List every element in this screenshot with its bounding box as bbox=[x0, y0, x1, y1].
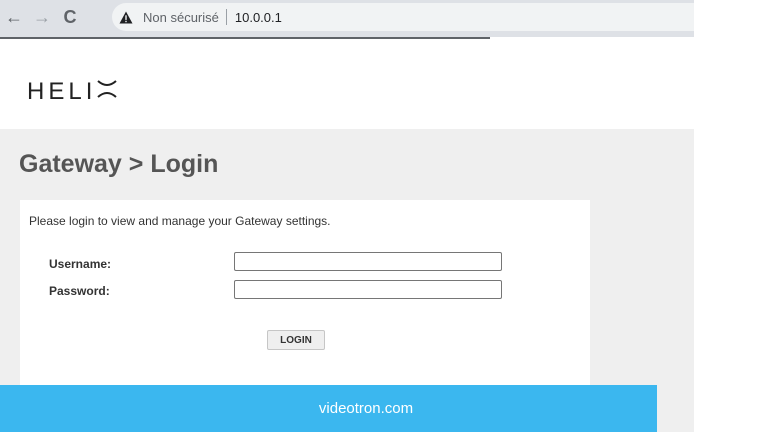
footer-bar: videotron.com bbox=[0, 385, 657, 432]
helix-x-mark-icon bbox=[97, 78, 118, 106]
warning-icon[interactable] bbox=[117, 8, 135, 26]
footer-link[interactable]: videotron.com bbox=[319, 400, 413, 417]
back-arrow-icon[interactable]: ← bbox=[2, 5, 26, 29]
forward-arrow-icon[interactable]: → bbox=[30, 5, 54, 29]
username-label: Username: bbox=[49, 257, 112, 271]
login-button[interactable]: LOGIN bbox=[267, 330, 325, 350]
password-input[interactable] bbox=[234, 280, 502, 299]
address-bar[interactable]: Non sécurisé 10.0.0.1 bbox=[112, 3, 694, 31]
helix-logo: HELI bbox=[27, 78, 118, 106]
password-label: Password: bbox=[49, 284, 110, 298]
page-title: Gateway > Login bbox=[19, 150, 219, 178]
address-divider bbox=[225, 9, 227, 25]
url-text[interactable]: 10.0.0.1 bbox=[235, 10, 282, 25]
logo-text: HELI bbox=[27, 78, 97, 105]
reload-icon[interactable]: C bbox=[58, 5, 82, 29]
security-status-label[interactable]: Non sécurisé bbox=[143, 10, 219, 25]
username-input[interactable] bbox=[234, 252, 502, 271]
page: ← → C Non sécurisé 10.0.0.1 HELI Gateway… bbox=[0, 0, 768, 432]
loading-progress-bar bbox=[0, 37, 490, 39]
browser-toolbar: ← → C Non sécurisé 10.0.0.1 bbox=[0, 0, 694, 37]
login-instructions: Please login to view and manage your Gat… bbox=[29, 214, 331, 228]
